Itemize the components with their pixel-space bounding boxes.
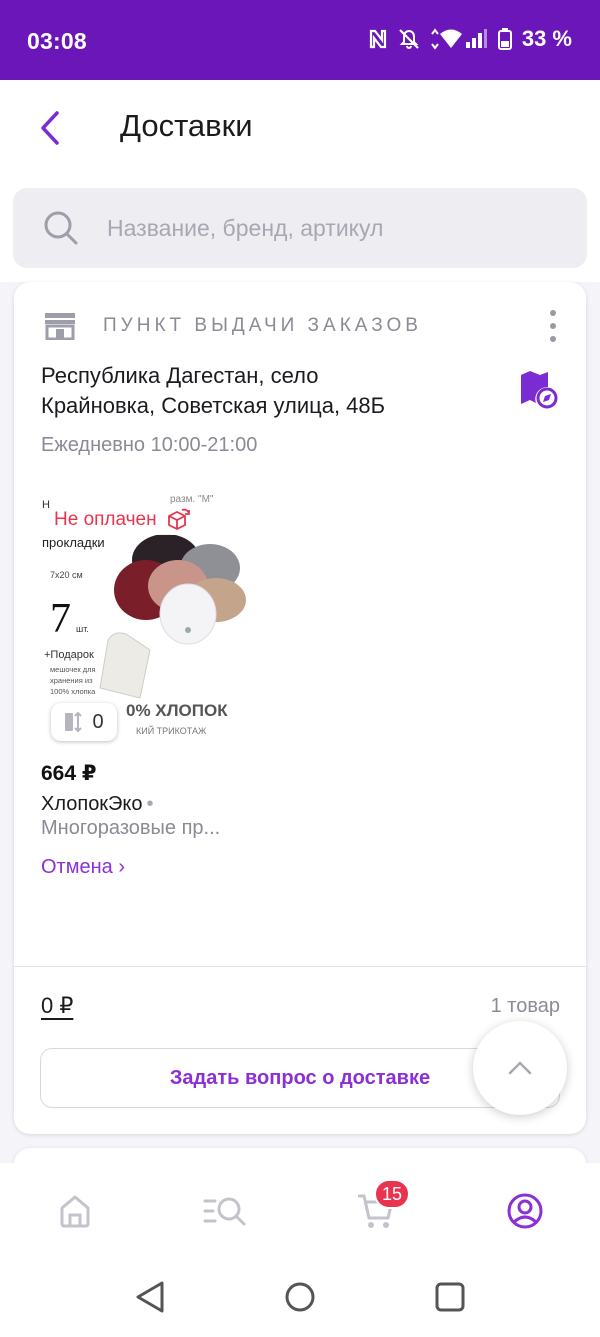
img-text-gift-desc: 100% хлопка — [50, 687, 96, 696]
pickup-address: Республика Дагестан, село Крайновка, Сов… — [41, 361, 461, 421]
battery-percent: 33 % — [521, 26, 572, 51]
mute-bell-icon — [399, 29, 419, 49]
unpaid-status-badge: Не оплачен — [50, 505, 199, 535]
status-time: 03:08 — [27, 28, 87, 54]
home-icon — [60, 1195, 90, 1228]
pickup-type-label: ПУНКТ ВЫДАЧИ ЗАКАЗОВ — [103, 315, 422, 336]
more-options-button[interactable] — [542, 310, 564, 342]
map-icon — [521, 371, 558, 409]
item-count: 1 товар — [490, 995, 560, 1017]
catalog-icon — [203, 1197, 246, 1226]
nfc-icon — [369, 29, 386, 49]
search-icon — [44, 211, 78, 245]
address-line: Республика Дагестан, село — [41, 363, 319, 388]
system-back-button[interactable] — [130, 1277, 170, 1317]
page-title: Доставки — [120, 108, 253, 143]
chevron-up-icon — [508, 1061, 532, 1075]
img-text-count-unit: шт. — [76, 624, 89, 634]
battery-icon — [497, 28, 512, 50]
back-icon — [41, 111, 59, 145]
divider — [14, 966, 586, 967]
img-text-dimensions: 7x20 см — [50, 570, 83, 580]
img-text-material: 0% ХЛОПОК — [126, 701, 228, 720]
img-text-heading: прокладки — [42, 535, 105, 550]
more-icon-dot — [550, 310, 556, 316]
img-text-count: 7 — [50, 596, 71, 642]
system-recents-button[interactable] — [430, 1277, 470, 1317]
package-return-icon — [167, 508, 190, 531]
system-home-button[interactable] — [280, 1277, 320, 1317]
circle-home-icon — [285, 1282, 315, 1312]
profile-icon — [507, 1193, 543, 1229]
delivery-card: ПУНКТ ВЫДАЧИ ЗАКАЗОВ Республика Дагестан… — [14, 282, 586, 1134]
pickup-header: ПУНКТ ВЫДАЧИ ЗАКАЗОВ — [44, 312, 422, 340]
product-brand: ХлопокЭко • — [41, 793, 154, 816]
status-icons: 33 % — [368, 26, 572, 52]
store-icon — [45, 313, 75, 340]
back-button[interactable] — [28, 106, 72, 150]
cancel-link[interactable]: Отмена › — [41, 856, 125, 879]
img-text-gift-desc: хранения из — [50, 676, 93, 685]
address-line: Крайновка, Советская улица, 48Б — [41, 393, 386, 418]
pickup-hours: Ежедневно 10:00-21:00 — [41, 434, 258, 456]
unpaid-status-text: Не оплачен — [54, 509, 157, 530]
img-text-gift: +Подарок — [44, 649, 94, 661]
img-text-size: разм. "M" — [170, 494, 214, 505]
nav-profile[interactable] — [503, 1189, 547, 1233]
nav-catalog[interactable] — [203, 1189, 247, 1233]
map-button[interactable] — [518, 369, 558, 409]
search-section — [0, 180, 600, 282]
triangle-back-icon — [136, 1281, 164, 1313]
img-text-fabric: КИЙ ТРИКОТАЖ — [136, 725, 207, 736]
search-input[interactable] — [107, 188, 567, 268]
nav-home[interactable] — [53, 1189, 97, 1233]
app-header: Доставки — [0, 80, 600, 180]
more-icon-dot — [550, 336, 556, 342]
brand-separator: • — [146, 793, 154, 815]
product-name: Многоразовые пр... — [41, 817, 221, 839]
status-bar: 03:08 33 % — [0, 0, 600, 80]
brand-name: ХлопокЭко — [41, 793, 143, 815]
wifi-signal-icon — [431, 28, 487, 50]
scroll-up-button[interactable] — [473, 1021, 567, 1115]
compare-chip[interactable]: 0 — [51, 703, 117, 741]
img-text-top-left: Н — [42, 499, 50, 511]
compare-icon — [65, 711, 83, 733]
square-recents-icon — [435, 1282, 465, 1312]
cart-badge: 15 — [374, 1179, 411, 1209]
pads-illustration — [99, 534, 246, 699]
system-nav-bar — [0, 1257, 600, 1337]
compare-count: 0 — [92, 710, 104, 733]
bottom-nav: 15 — [0, 1163, 600, 1257]
more-icon-dot — [550, 323, 556, 329]
search-box[interactable] — [13, 188, 587, 268]
product-price: 664 ₽ — [41, 762, 97, 785]
img-text-gift-desc: мешочек для — [50, 665, 96, 674]
order-total: 0 ₽ — [41, 993, 74, 1018]
